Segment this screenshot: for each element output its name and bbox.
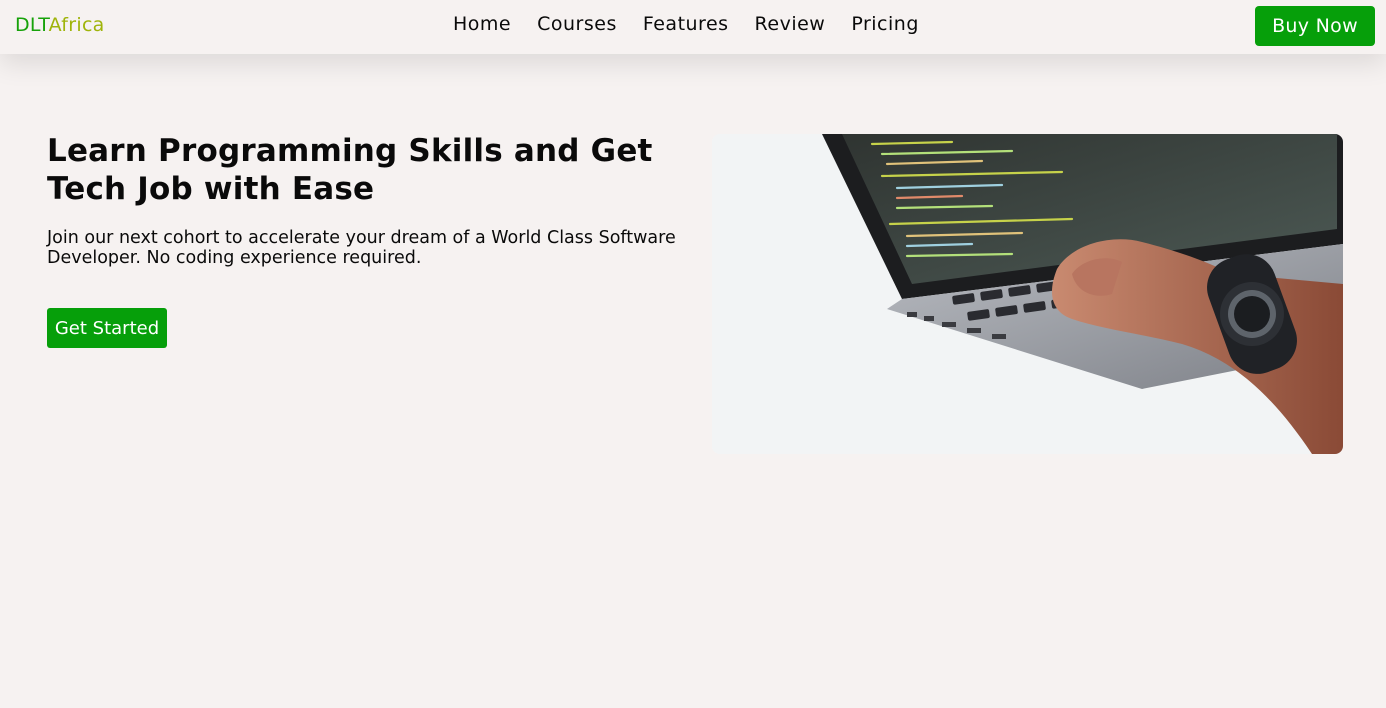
hero-subtitle: Join our next cohort to accelerate your … bbox=[47, 228, 676, 268]
brand-logo-part1: DLT bbox=[15, 14, 49, 36]
nav-link-home[interactable]: Home bbox=[440, 13, 524, 35]
nav-link-courses[interactable]: Courses bbox=[524, 13, 630, 35]
nav-links: Home Courses Features Review Pricing bbox=[440, 13, 932, 35]
laptop-coding-illustration bbox=[712, 134, 1343, 454]
hero-title: Learn Programming Skills and Get Tech Jo… bbox=[47, 133, 653, 207]
get-started-button[interactable]: Get Started bbox=[47, 308, 167, 348]
brand-logo[interactable]: DLTAfrica bbox=[15, 14, 105, 36]
buy-now-button[interactable]: Buy Now bbox=[1255, 6, 1375, 46]
nav-link-pricing[interactable]: Pricing bbox=[838, 13, 932, 35]
nav-link-review[interactable]: Review bbox=[742, 13, 839, 35]
brand-logo-part2: Africa bbox=[48, 14, 105, 36]
nav-link-features[interactable]: Features bbox=[630, 13, 742, 35]
navbar: DLTAfrica Home Courses Features Review P… bbox=[0, 0, 1386, 54]
hero-laptop-image bbox=[712, 134, 1343, 454]
